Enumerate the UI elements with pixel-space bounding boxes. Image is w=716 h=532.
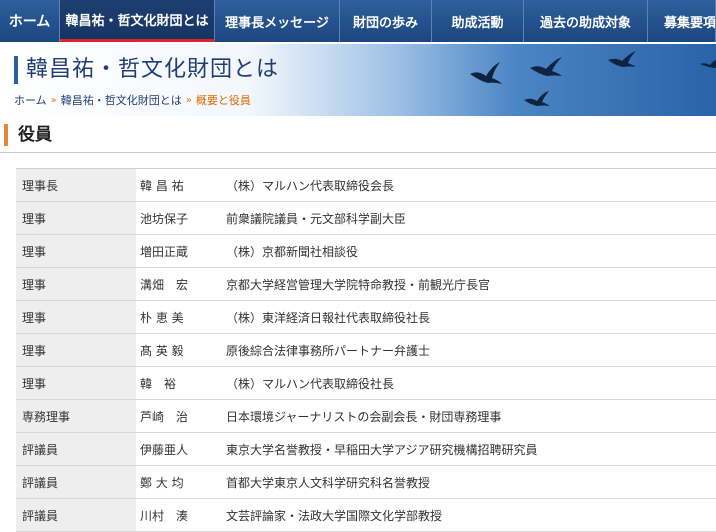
- table-row: 理事 池坊保子 前衆議院議員・元文部科学副大臣: [16, 202, 716, 235]
- table-row: 理事 増田正蔵 （株）京都新聞社相談役: [16, 235, 716, 268]
- officer-position: 文芸評論家・法政大学国際文化学部教授: [226, 508, 443, 523]
- table-row: 理事 髙 英 毅 原後綜合法律事務所パートナー弁護士: [16, 334, 716, 367]
- officer-position: 首都大学東京人文科学研究科名誉教授: [226, 475, 431, 490]
- officer-name: 鄭 大 均: [140, 475, 184, 490]
- table-row: 理事長 韓 昌 祐 （株）マルハン代表取締役会長: [16, 169, 716, 202]
- officer-name: 芦崎 治: [140, 409, 189, 424]
- officer-title: 理事: [16, 235, 136, 267]
- page-title: 韓昌祐・哲文化財団とは: [14, 56, 279, 84]
- officer-position: 原後綜合法律事務所パートナー弁護士: [226, 343, 431, 358]
- officer-name: 溝畑 宏: [140, 277, 189, 292]
- nav-item-guidelines[interactable]: 募集要項: [648, 0, 716, 42]
- officer-position: 日本環境ジャーナリストの会副会長・財団専務理事: [226, 409, 502, 424]
- breadcrumb: ホーム » 韓昌祐・哲文化財団とは » 概要と役員: [14, 92, 251, 108]
- officer-title: 理事長: [16, 169, 136, 201]
- officer-name: 伊藤亜人: [140, 442, 189, 457]
- officer-name: 増田正蔵: [140, 244, 189, 259]
- section-accent-bar: [4, 124, 8, 146]
- officer-name: 朴 恵 美: [140, 310, 184, 325]
- table-row: 評議員 伊藤亜人 東京大学名誉教授・早稲田大学アジア研究機構招聘研究員: [16, 433, 716, 466]
- table-row: 理事 韓 裕 （株）マルハン代表取締役社長: [16, 367, 716, 400]
- officer-position: （株）京都新聞社相談役: [226, 244, 359, 259]
- section-header: 役員: [0, 118, 716, 153]
- nav-item-home[interactable]: ホーム: [0, 0, 60, 42]
- officer-position: （株）マルハン代表取締役社長: [226, 376, 395, 391]
- officer-name: 髙 英 毅: [140, 343, 184, 358]
- header-banner: 韓昌祐・哲文化財団とは ホーム » 韓昌祐・哲文化財団とは » 概要と役員: [0, 44, 716, 116]
- nav-item-history[interactable]: 財団の歩み: [340, 0, 432, 42]
- officer-title: 理事: [16, 367, 136, 399]
- officer-name: 川村 湊: [140, 508, 189, 523]
- officer-title: 評議員: [16, 466, 136, 498]
- nav-item-grants[interactable]: 助成活動: [432, 0, 524, 42]
- officer-position: 京都大学経営管理大学院特命教授・前観光庁長官: [226, 277, 491, 292]
- nav-item-about[interactable]: 韓昌祐・哲文化財団とは: [60, 0, 215, 42]
- officer-name: 韓 昌 祐: [140, 178, 184, 193]
- breadcrumb-home-link[interactable]: ホーム: [14, 92, 47, 108]
- nav-item-message[interactable]: 理事長メッセージ: [215, 0, 340, 42]
- officer-position: （株）東洋経済日報社代表取締役社長: [226, 310, 431, 325]
- table-row: 理事 溝畑 宏 京都大学経営管理大学院特命教授・前観光庁長官: [16, 268, 716, 301]
- breadcrumb-current: 概要と役員: [195, 94, 251, 107]
- officer-position: 東京大学名誉教授・早稲田大学アジア研究機構招聘研究員: [226, 442, 538, 457]
- officer-position: （株）マルハン代表取締役会長: [226, 178, 395, 193]
- table-row: 理事 朴 恵 美 （株）東洋経済日報社代表取締役社長: [16, 301, 716, 334]
- nav-item-past-grants[interactable]: 過去の助成対象: [524, 0, 648, 42]
- officer-name: 韓 裕: [140, 376, 177, 391]
- officer-title: 理事: [16, 202, 136, 234]
- officer-title: 評議員: [16, 499, 136, 531]
- breadcrumb-separator: »: [50, 94, 57, 106]
- table-row: 専務理事 芦崎 治 日本環境ジャーナリストの会副会長・財団専務理事: [16, 400, 716, 433]
- breadcrumb-parent-link[interactable]: 韓昌祐・哲文化財団とは: [61, 92, 182, 108]
- officers-table: 理事長 韓 昌 祐 （株）マルハン代表取締役会長 理事 池坊保子 前衆議院議員・…: [16, 168, 716, 532]
- flying-cranes-image: [470, 51, 716, 106]
- breadcrumb-separator: »: [185, 94, 192, 106]
- officer-title: 理事: [16, 334, 136, 366]
- officer-title: 理事: [16, 301, 136, 333]
- section-title: 役員: [18, 125, 52, 145]
- officer-title: 評議員: [16, 433, 136, 465]
- table-row: 評議員 鄭 大 均 首都大学東京人文科学研究科名誉教授: [16, 466, 716, 499]
- officer-title: 専務理事: [16, 400, 136, 432]
- officer-name: 池坊保子: [140, 211, 189, 226]
- table-row: 評議員 川村 湊 文芸評論家・法政大学国際文化学部教授: [16, 499, 716, 532]
- top-navigation: ホーム 韓昌祐・哲文化財団とは 理事長メッセージ 財団の歩み 助成活動 過去の助…: [0, 0, 716, 42]
- officer-position: 前衆議院議員・元文部科学副大臣: [226, 211, 407, 226]
- officer-title: 理事: [16, 268, 136, 300]
